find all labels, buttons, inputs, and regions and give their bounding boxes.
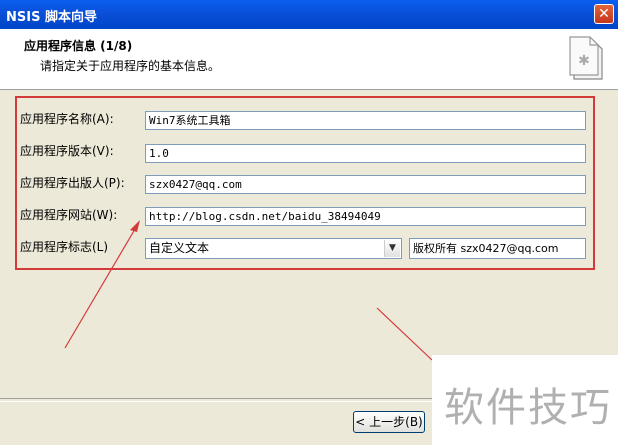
wizard-header: 应用程序信息 (1/8) 请指定关于应用程序的基本信息。 ✱ bbox=[0, 29, 618, 90]
page-subtitle: 请指定关于应用程序的基本信息。 bbox=[40, 59, 221, 73]
app-publisher-input[interactable]: szx0427@qq.com bbox=[145, 175, 586, 194]
title-bar: NSIS 脚本向导 ✕ bbox=[0, 0, 618, 29]
app-branding-label: 应用程序标志(L) bbox=[20, 240, 109, 254]
svg-text:✱: ✱ bbox=[578, 53, 590, 69]
window-title: NSIS 脚本向导 bbox=[6, 10, 97, 25]
app-version-input[interactable]: 1.0 bbox=[145, 144, 586, 163]
document-icon: ✱ bbox=[569, 36, 603, 80]
app-name-label: 应用程序名称(A): bbox=[20, 112, 114, 126]
app-publisher-label: 应用程序出版人(P): bbox=[20, 176, 125, 190]
dropdown-arrow[interactable]: ▼ bbox=[384, 240, 400, 257]
close-icon: ✕ bbox=[598, 6, 610, 22]
close-button[interactable]: ✕ bbox=[594, 4, 614, 24]
app-website-label: 应用程序网站(W): bbox=[20, 208, 118, 222]
app-version-label: 应用程序版本(V): bbox=[20, 144, 114, 158]
branding-type-select[interactable]: 自定义文本 ▼ bbox=[145, 238, 402, 259]
annotation-arrow-line-2 bbox=[376, 307, 433, 361]
app-website-input[interactable]: http://blog.csdn.net/baidu_38494049 bbox=[145, 207, 586, 226]
app-name-input[interactable]: Win7系统工具箱 bbox=[145, 111, 586, 130]
watermark: 软件技巧 bbox=[432, 355, 618, 445]
branding-type-value: 自定义文本 bbox=[149, 241, 210, 255]
back-button[interactable]: < 上一步(B) bbox=[353, 411, 425, 433]
watermark-text: 软件技巧 bbox=[444, 385, 612, 431]
branding-text-input[interactable]: 版权所有 szx0427@qq.com bbox=[409, 238, 586, 259]
wizard-window: NSIS 脚本向导 ✕ 应用程序信息 (1/8) 请指定关于应用程序的基本信息。… bbox=[0, 0, 618, 445]
chevron-down-icon: ▼ bbox=[389, 243, 396, 253]
page-title: 应用程序信息 (1/8) bbox=[24, 39, 133, 53]
